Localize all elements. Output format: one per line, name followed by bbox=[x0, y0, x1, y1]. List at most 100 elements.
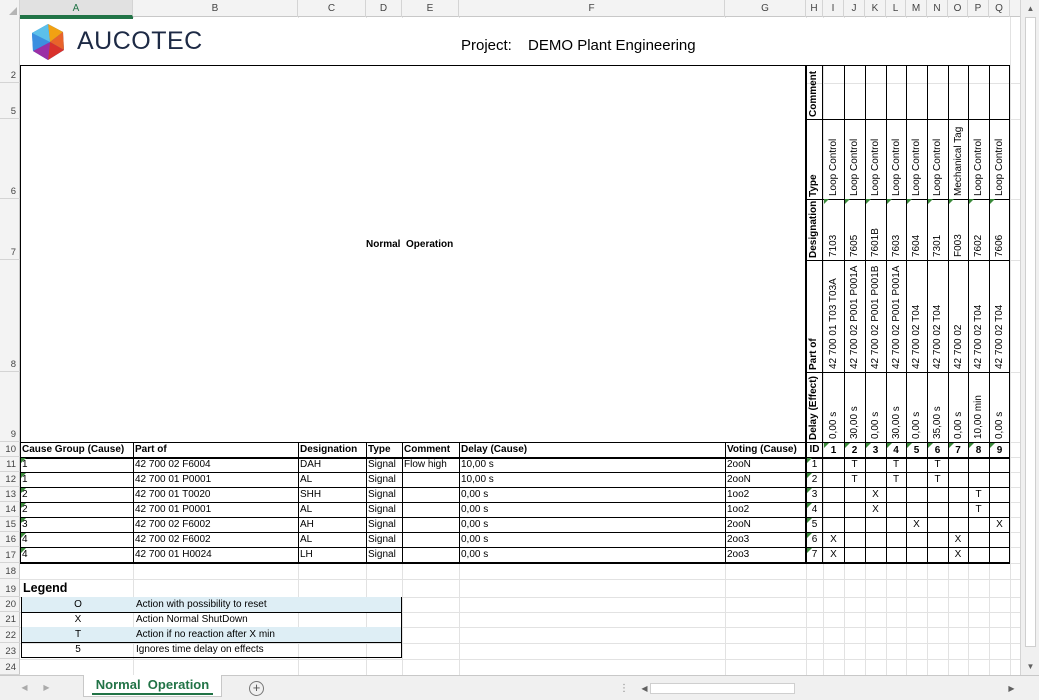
matrix-cell-2-6[interactable]: T bbox=[927, 472, 948, 487]
effect-2-part-of[interactable]: 42 700 02 P001 P001A bbox=[849, 266, 860, 369]
effect-3-delay[interactable]: 0,00 s bbox=[870, 412, 881, 439]
row-header-18[interactable]: 18 bbox=[0, 563, 20, 579]
effect-6-part-of[interactable]: 42 700 02 T04 bbox=[932, 305, 943, 369]
row-header-17[interactable]: 17 bbox=[0, 547, 20, 563]
matrix-cell-2-2[interactable]: T bbox=[844, 472, 865, 487]
scroll-up-icon[interactable]: ▲ bbox=[1022, 0, 1039, 17]
row-header-23[interactable]: 23 bbox=[0, 643, 20, 659]
matrix-cell-6-1[interactable]: X bbox=[823, 532, 844, 547]
sheet-tab-normal-operation[interactable]: Normal Operation bbox=[83, 675, 222, 697]
cause-1-type[interactable]: Signal bbox=[366, 457, 402, 472]
matrix-cell-1-6[interactable]: T bbox=[927, 457, 948, 472]
tab-split-handle-icon[interactable]: ⋮ bbox=[619, 683, 629, 694]
prev-sheet-icon[interactable]: ◀ bbox=[16, 679, 33, 696]
select-all-corner[interactable] bbox=[0, 0, 20, 17]
effect-4-designation[interactable]: 7603 bbox=[891, 235, 902, 257]
horizontal-scroll-thumb[interactable] bbox=[650, 683, 795, 694]
cause-1-comment[interactable]: Flow high bbox=[402, 457, 459, 472]
effect-8-designation[interactable]: 7602 bbox=[973, 235, 984, 257]
effect-9-type[interactable]: Loop Control bbox=[994, 139, 1005, 196]
cause-1-delay[interactable]: 10,00 s bbox=[459, 457, 725, 472]
cause-6-group[interactable]: 4 bbox=[20, 532, 133, 547]
row-header-15[interactable]: 15 bbox=[0, 517, 20, 532]
cause-6-part-of[interactable]: 42 700 02 F6002 bbox=[133, 532, 298, 547]
cause-5-group[interactable]: 3 bbox=[20, 517, 133, 532]
add-sheet-icon[interactable]: + bbox=[249, 681, 264, 696]
scroll-down-icon[interactable]: ▼ bbox=[1022, 658, 1039, 675]
column-header-q[interactable]: Q bbox=[989, 0, 1010, 17]
row-header-12[interactable]: 12 bbox=[0, 472, 20, 487]
matrix-cell-4-3[interactable]: X bbox=[865, 502, 886, 517]
effect-3-type[interactable]: Loop Control bbox=[870, 139, 881, 196]
next-sheet-icon[interactable]: ▶ bbox=[38, 679, 55, 696]
cause-3-delay[interactable]: 0,00 s bbox=[459, 487, 725, 502]
effect-6-delay[interactable]: 35,00 s bbox=[932, 406, 943, 439]
column-header-o[interactable]: O bbox=[948, 0, 968, 17]
cause-7-delay[interactable]: 0,00 s bbox=[459, 547, 725, 562]
cause-6-delay[interactable]: 0,00 s bbox=[459, 532, 725, 547]
column-header-a[interactable]: A bbox=[20, 0, 133, 17]
effect-5-delay[interactable]: 0,00 s bbox=[911, 412, 922, 439]
cause-3-group[interactable]: 2 bbox=[20, 487, 133, 502]
effect-9-designation[interactable]: 7606 bbox=[994, 235, 1005, 257]
row-header-5[interactable]: 5 bbox=[0, 83, 20, 119]
cause-2-delay[interactable]: 10,00 s bbox=[459, 472, 725, 487]
cause-7-voting[interactable]: 2oo3 bbox=[725, 547, 806, 562]
cause-7-group[interactable]: 4 bbox=[20, 547, 133, 562]
column-header-p[interactable]: P bbox=[968, 0, 989, 17]
cause-header-delay[interactable]: Delay (Cause) bbox=[459, 442, 725, 457]
cause-header-part-of[interactable]: Part of bbox=[133, 442, 298, 457]
effect-7-delay[interactable]: 0,00 s bbox=[953, 412, 964, 439]
cause-header-designation[interactable]: Designation bbox=[298, 442, 366, 457]
cause-2-type[interactable]: Signal bbox=[366, 472, 402, 487]
column-header-i[interactable]: I bbox=[823, 0, 844, 17]
row-header-13[interactable]: 13 bbox=[0, 487, 20, 502]
row-header-14[interactable]: 14 bbox=[0, 502, 20, 517]
effect-2-designation[interactable]: 7605 bbox=[849, 235, 860, 257]
row-header-10[interactable]: 10 bbox=[0, 442, 20, 457]
cause-7-type[interactable]: Signal bbox=[366, 547, 402, 562]
cause-6-type[interactable]: Signal bbox=[366, 532, 402, 547]
effect-6-designation[interactable]: 7301 bbox=[932, 235, 943, 257]
matrix-cell-5-9[interactable]: X bbox=[989, 517, 1010, 532]
effect-8-type[interactable]: Loop Control bbox=[973, 139, 984, 196]
effect-8-part-of[interactable]: 42 700 02 T04 bbox=[973, 305, 984, 369]
column-header-c[interactable]: C bbox=[298, 0, 366, 17]
effect-7-designation[interactable]: F003 bbox=[953, 234, 964, 257]
effect-3-part-of[interactable]: 42 700 02 P001 P001B bbox=[870, 266, 881, 369]
effect-5-type[interactable]: Loop Control bbox=[911, 139, 922, 196]
column-header-j[interactable]: J bbox=[844, 0, 865, 17]
cause-header-id[interactable]: ID bbox=[806, 442, 823, 457]
effect-8-delay[interactable]: 10,00 min bbox=[973, 395, 984, 439]
cause-6-voting[interactable]: 2oo3 bbox=[725, 532, 806, 547]
cause-4-delay[interactable]: 0,00 s bbox=[459, 502, 725, 517]
column-header-d[interactable]: D bbox=[366, 0, 402, 17]
matrix-cell-5-5[interactable]: X bbox=[906, 517, 927, 532]
cause-5-part-of[interactable]: 42 700 02 F6002 bbox=[133, 517, 298, 532]
scroll-right-icon[interactable]: ▶ bbox=[1003, 680, 1020, 697]
column-header-g[interactable]: G bbox=[725, 0, 806, 17]
row-header-6[interactable]: 6 bbox=[0, 119, 20, 199]
cause-3-designation[interactable]: SHH bbox=[298, 487, 366, 502]
effect-9-delay[interactable]: 0,00 s bbox=[994, 412, 1005, 439]
matrix-cell-6-7[interactable]: X bbox=[948, 532, 968, 547]
effect-4-type[interactable]: Loop Control bbox=[891, 139, 902, 196]
effect-5-designation[interactable]: 7604 bbox=[911, 235, 922, 257]
column-header-k[interactable]: K bbox=[865, 0, 886, 17]
cause-4-group[interactable]: 2 bbox=[20, 502, 133, 517]
matrix-cell-4-8[interactable]: T bbox=[968, 502, 989, 517]
cause-2-designation[interactable]: AL bbox=[298, 472, 366, 487]
cause-5-voting[interactable]: 2ooN bbox=[725, 517, 806, 532]
column-header-e[interactable]: E bbox=[402, 0, 459, 17]
column-header-f[interactable]: F bbox=[459, 0, 725, 17]
vertical-scroll-thumb[interactable] bbox=[1025, 17, 1036, 647]
cause-header-group[interactable]: Cause Group (Cause) bbox=[20, 442, 133, 457]
cause-7-designation[interactable]: LH bbox=[298, 547, 366, 562]
effect-6-type[interactable]: Loop Control bbox=[932, 139, 943, 196]
effect-5-part-of[interactable]: 42 700 02 T04 bbox=[911, 305, 922, 369]
effect-1-part-of[interactable]: 42 700 01 T03 T03A bbox=[828, 278, 839, 369]
row-header-22[interactable]: 22 bbox=[0, 627, 20, 643]
row-header-11[interactable]: 11 bbox=[0, 457, 20, 472]
effect-7-part-of[interactable]: 42 700 02 bbox=[953, 325, 964, 370]
vertical-scrollbar[interactable]: ▲ ▼ bbox=[1020, 0, 1039, 675]
